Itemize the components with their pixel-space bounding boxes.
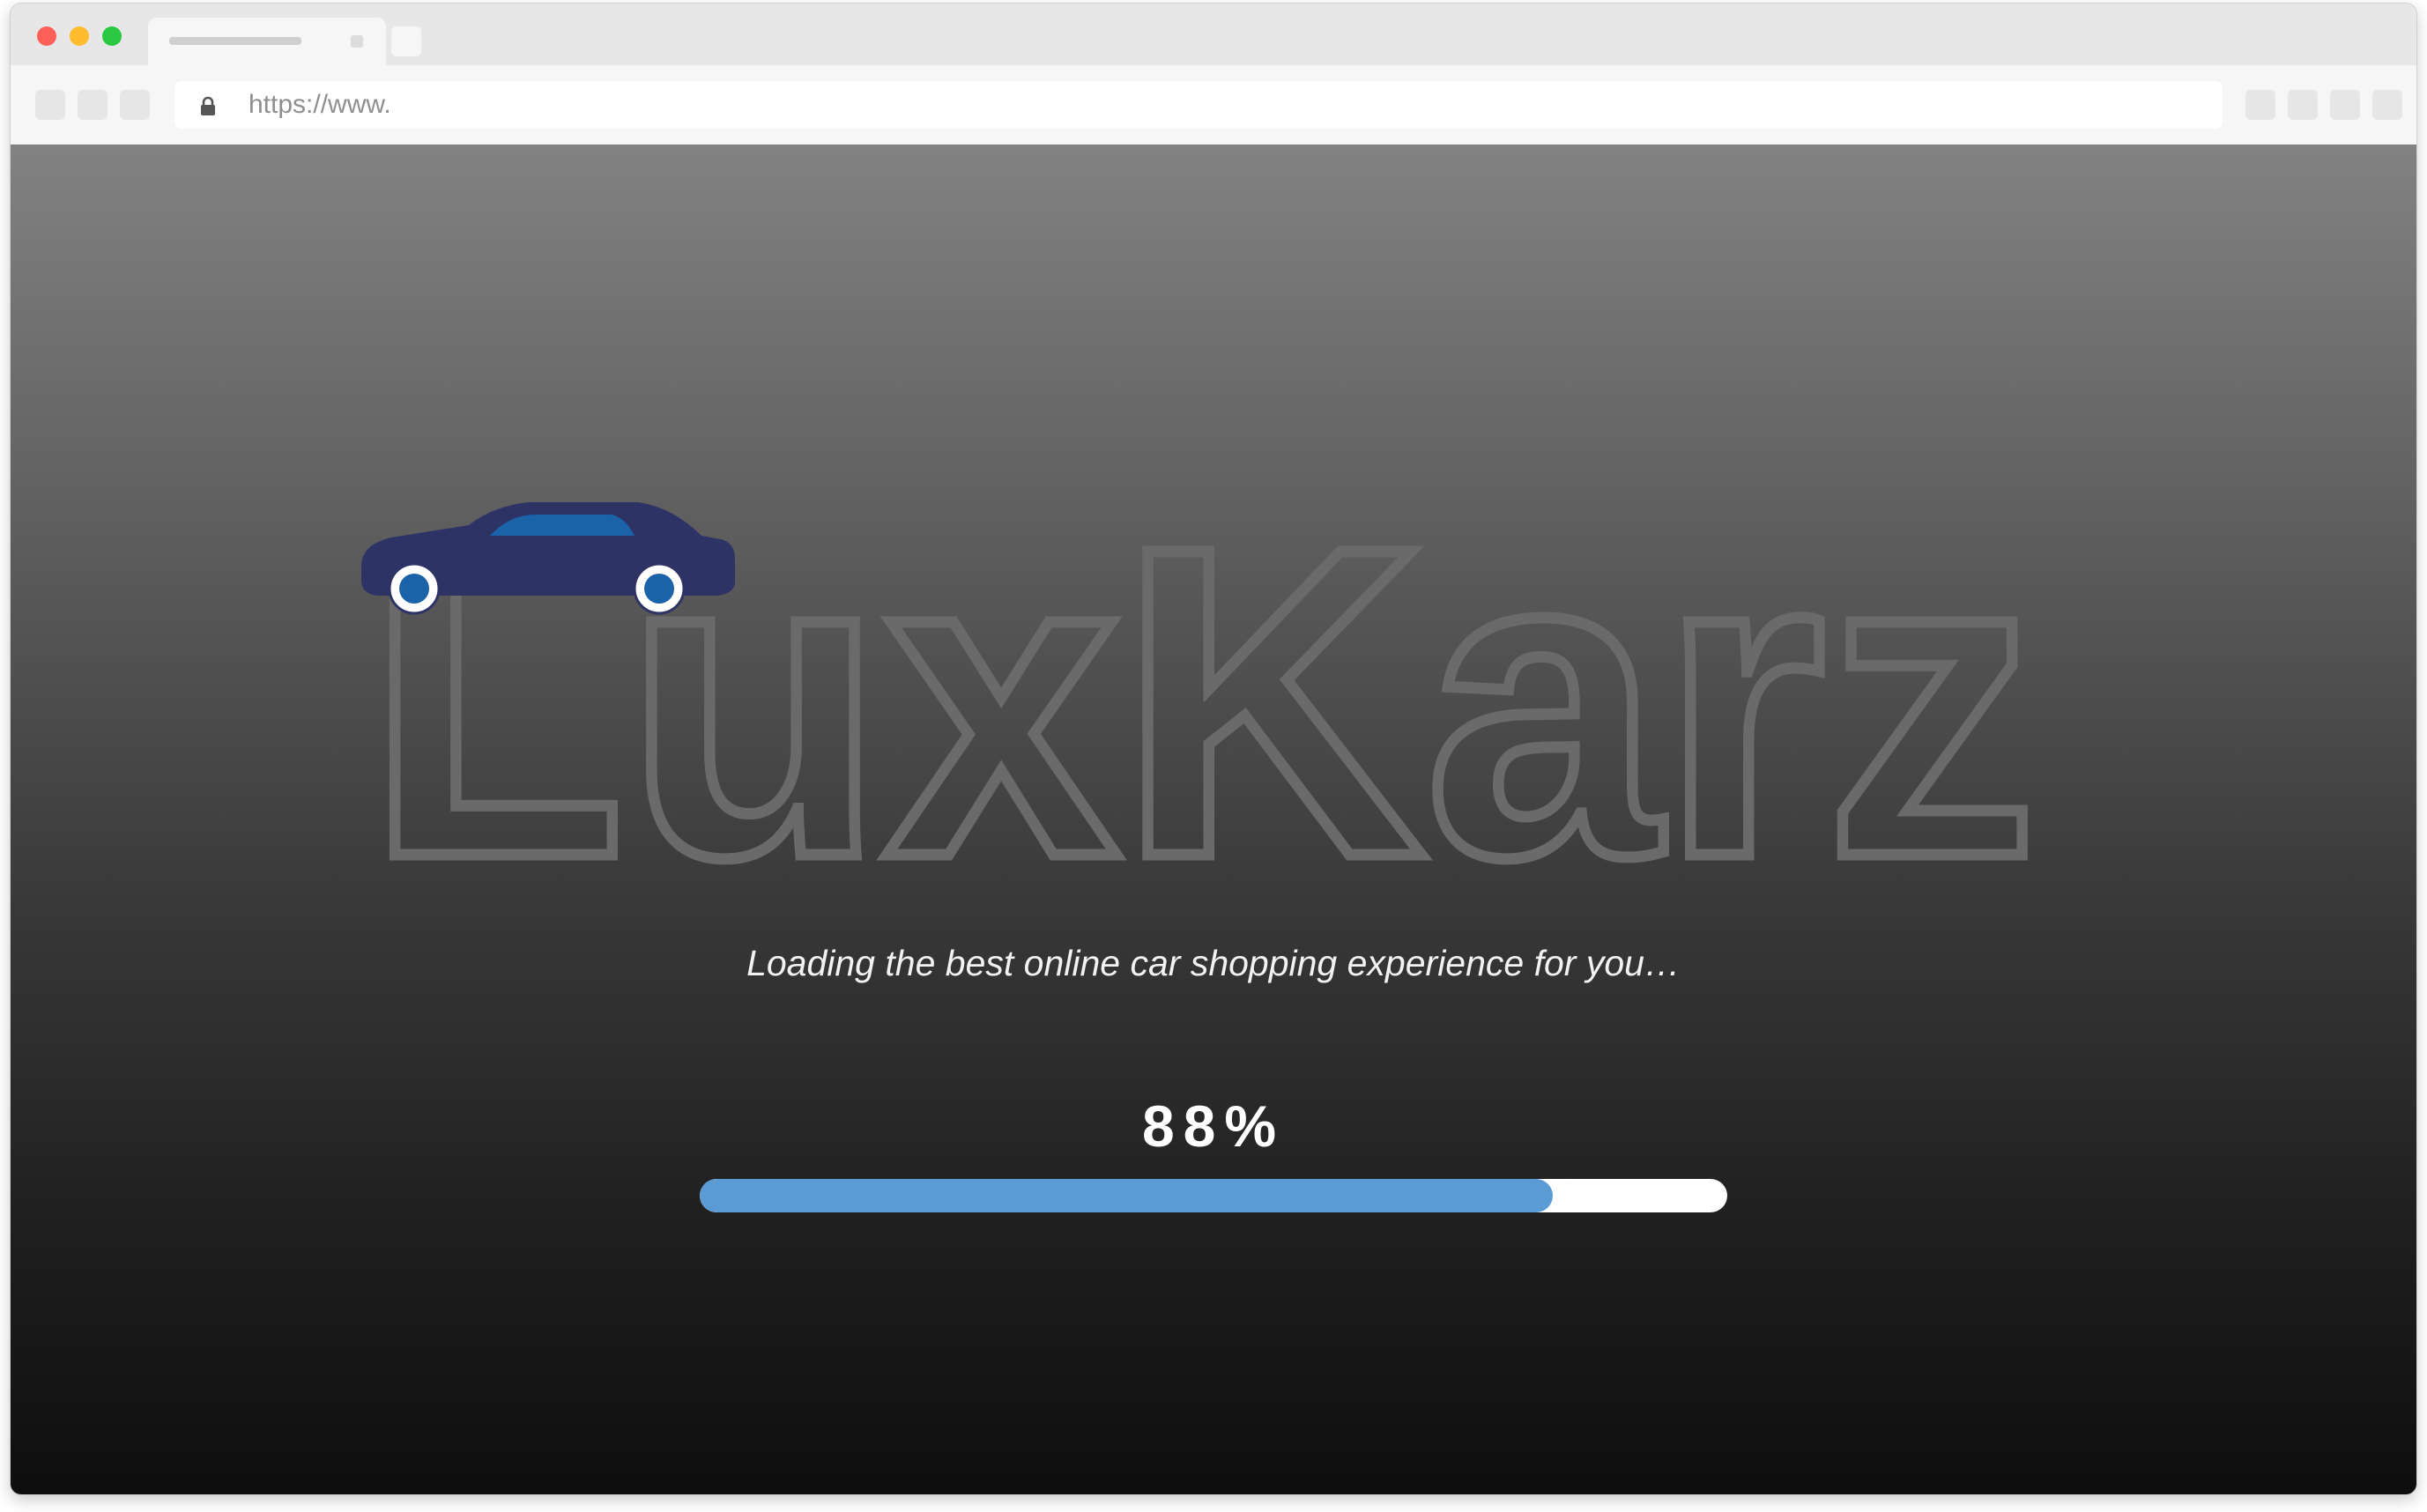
tab-title-placeholder [169, 37, 301, 45]
front-wheel [633, 562, 686, 615]
url-text[interactable]: https://www. [249, 81, 391, 129]
loading-message: Loading the best online car shopping exp… [746, 943, 1681, 983]
browser-toolbar: https://www. [11, 65, 2416, 145]
forward-button[interactable] [78, 90, 108, 120]
tab-bar [11, 4, 2416, 65]
luxkarz-logo: LuxKarz [361, 450, 2044, 938]
minimize-window-icon[interactable] [70, 26, 89, 46]
progress-bar-fill [700, 1179, 1553, 1212]
extension-button[interactable] [2245, 90, 2275, 120]
close-window-icon[interactable] [37, 26, 56, 46]
page-viewport: LuxKarz Loading the best online car shop… [11, 145, 2416, 1494]
address-bar[interactable]: https://www. [174, 81, 2223, 129]
lock-icon [201, 96, 215, 115]
browser-tab[interactable] [148, 18, 386, 65]
browser-window: https://www. LuxKarz Loading the best on… [11, 4, 2416, 1494]
maximize-window-icon[interactable] [102, 26, 122, 46]
new-tab-button[interactable] [391, 26, 421, 56]
back-button[interactable] [35, 90, 65, 120]
menu-button[interactable] [2372, 90, 2402, 120]
rear-wheel [388, 562, 441, 615]
progress-bar [700, 1179, 1727, 1212]
extension-button[interactable] [2288, 90, 2318, 120]
tab-close-icon[interactable] [351, 35, 363, 48]
reload-button[interactable] [120, 90, 150, 120]
extension-button[interactable] [2330, 90, 2360, 120]
loading-percentage: 88% [1141, 1093, 1286, 1159]
